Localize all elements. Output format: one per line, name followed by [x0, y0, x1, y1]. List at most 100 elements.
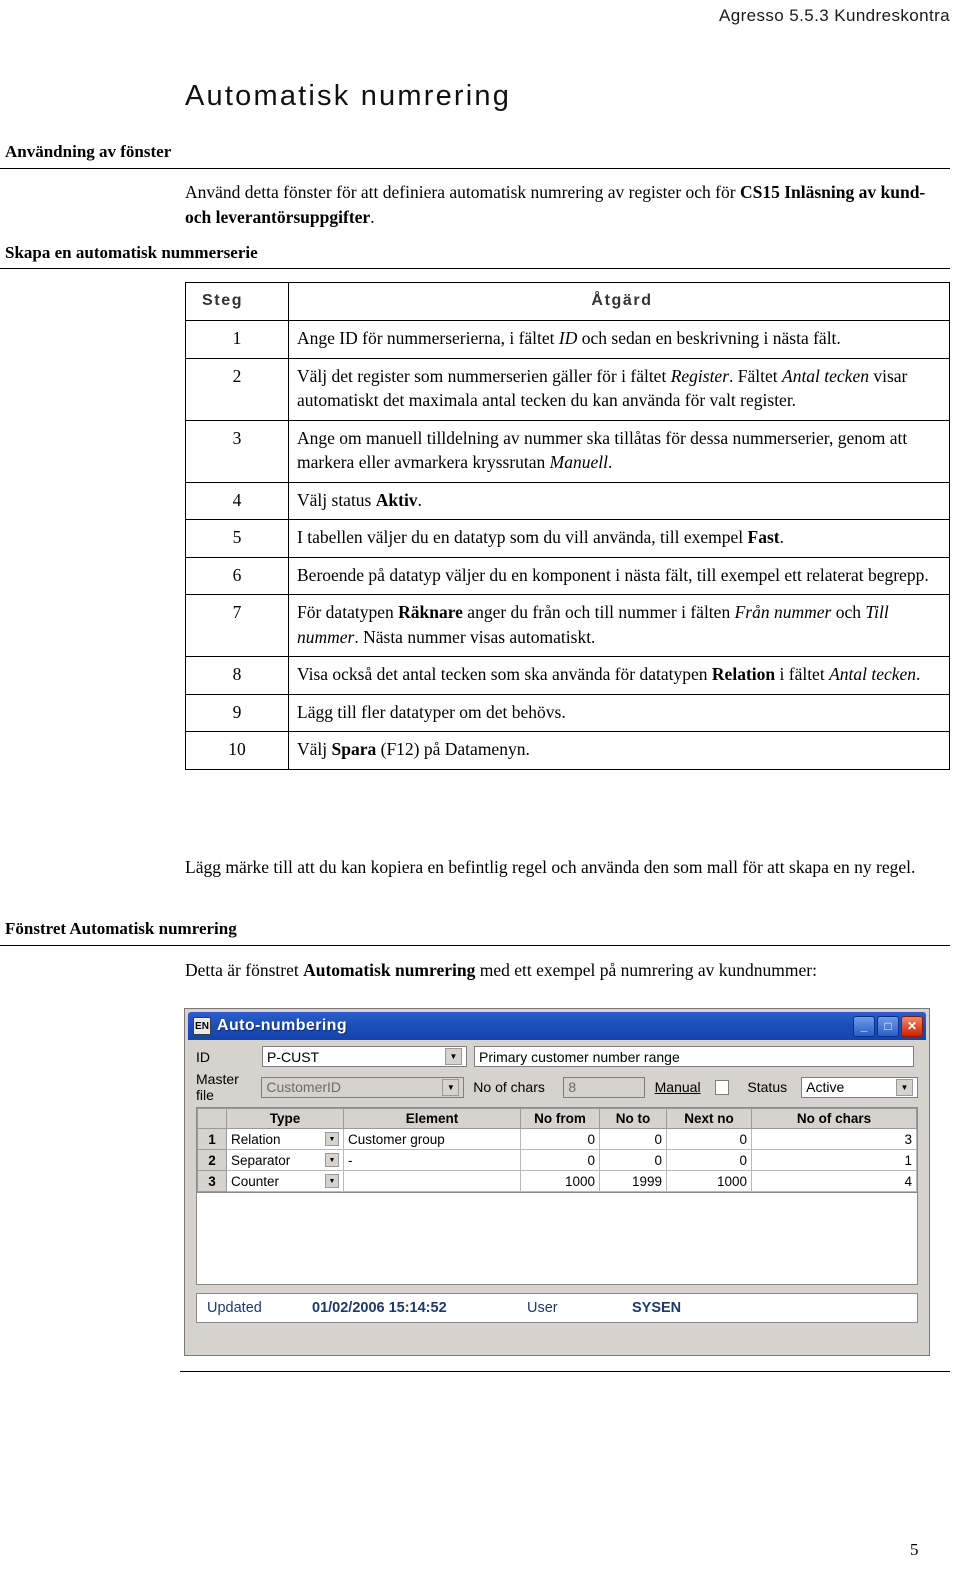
status-combo[interactable]: Active ▼ — [801, 1076, 918, 1098]
grid-cell-no-from[interactable]: 0 — [520, 1149, 600, 1171]
grid-cell-no-from[interactable]: 0 — [520, 1128, 600, 1150]
master-file-combo[interactable]: CustomerID ▼ — [261, 1076, 465, 1098]
step-action: Lägg till fler datatyper om det behövs. — [288, 693, 950, 733]
grid-cell-type-value: Relation — [231, 1131, 281, 1147]
window-paragraph: Detta är fönstret Automatisk numrering m… — [185, 958, 950, 983]
datatype-grid[interactable]: Type Element No from No to Next no No of char… — [196, 1107, 918, 1193]
table-row: 10 Välj Spara (F12) på Datamenyn. — [185, 731, 950, 770]
status-label: Status — [747, 1079, 788, 1095]
close-button[interactable]: ✕ — [901, 1015, 923, 1037]
grid-cell-element[interactable]: - — [343, 1149, 521, 1171]
master-file-row: Master file CustomerID ▼ No of chars 8 M… — [196, 1071, 918, 1103]
page-title: Automatisk numrering — [185, 80, 512, 112]
chevron-down-icon[interactable]: ▼ — [325, 1153, 339, 1167]
divider-bottom — [180, 1371, 950, 1372]
window-text-2: med ett exempel på numrering av kundnumm… — [475, 960, 817, 980]
grid-cell-no-of-chars[interactable]: 3 — [751, 1128, 917, 1150]
datatype-grid-header-row: Type Element No from No to Next no No of char… — [197, 1108, 917, 1129]
datatype-grid-head: Type Element No from No to Next no No of char… — [197, 1108, 917, 1129]
grid-row[interactable]: 3 Counter ▼ 1000 1999 1000 4 — [197, 1170, 917, 1192]
steps-table: Steg Åtgärd 1 Ange ID för nummerserierna,… — [185, 281, 950, 770]
table-row: 8 Visa också det antal tecken som ska anv… — [185, 656, 950, 695]
user-label: User — [527, 1300, 558, 1316]
grid-row[interactable]: 1 Relation ▼ Customer group 0 0 0 3 — [197, 1128, 917, 1150]
datatype-grid-body: 1 Relation ▼ Customer group 0 0 0 3 2 Separator ▼ -… — [197, 1128, 917, 1192]
divider-2 — [0, 268, 950, 269]
margin-heading-window: Fönstret Automatisk numrering — [5, 919, 237, 938]
grid-column-header: Next no — [666, 1108, 752, 1129]
grid-cell-no-of-chars[interactable]: 4 — [751, 1170, 917, 1192]
grid-cell-no-from[interactable]: 1000 — [520, 1170, 600, 1192]
table-row: 5I tabellen väljer du en datatyp som du … — [185, 519, 950, 558]
id-combo[interactable]: P-CUST ▼ — [262, 1046, 467, 1067]
minimize-button[interactable]: _ — [853, 1015, 875, 1037]
auto-numbering-window-screenshot: EN Auto-numbering _ □ ✕ ID P-CUST ▼ Prim… — [184, 1008, 930, 1356]
grid-column-header: No to — [599, 1108, 667, 1129]
master-file-label: Master file — [196, 1071, 239, 1103]
grid-cell-next-no[interactable]: 0 — [666, 1128, 752, 1150]
datatype-grid-table: Type Element No from No to Next no No of char… — [197, 1108, 917, 1192]
step-number: 7 — [185, 594, 289, 658]
step-number: 2 — [185, 357, 289, 421]
user-value: SYSEN — [632, 1300, 682, 1316]
grid-cell-element[interactable] — [343, 1170, 521, 1192]
grid-row-number: 3 — [197, 1170, 227, 1192]
step-number: 10 — [185, 731, 289, 770]
grid-cell-no-to[interactable]: 0 — [599, 1128, 667, 1150]
updated-value: 01/02/2006 15:14:52 — [312, 1300, 447, 1316]
window-title: Auto-numbering — [217, 1017, 348, 1034]
grid-cell-type[interactable]: Counter ▼ — [226, 1170, 344, 1192]
grid-cell-type-value: Counter — [231, 1173, 280, 1189]
step-number: 9 — [185, 693, 289, 733]
chevron-down-icon[interactable]: ▼ — [445, 1048, 462, 1065]
window-titlebar: EN Auto-numbering _ □ ✕ — [188, 1012, 926, 1040]
grid-cell-type[interactable]: Relation ▼ — [226, 1128, 344, 1150]
grid-cell-type[interactable]: Separator ▼ — [226, 1149, 344, 1171]
id-label: ID — [196, 1048, 210, 1065]
chevron-down-icon[interactable]: ▼ — [325, 1132, 339, 1146]
no-of-chars-field[interactable]: 8 — [563, 1076, 645, 1098]
grid-cell-no-to[interactable]: 1999 — [599, 1170, 667, 1192]
step-number: 8 — [185, 656, 289, 695]
no-of-chars-value: 8 — [568, 1079, 577, 1095]
steps-table-header-row: Steg Åtgärd — [185, 281, 950, 322]
id-value: P-CUST — [267, 1048, 320, 1065]
window-text-1: Detta är fönstret — [185, 960, 304, 980]
window-body: ID P-CUST ▼ Primary customer number rang… — [188, 1040, 926, 1352]
manual-label: Manual — [654, 1079, 701, 1095]
step-action: Ange ID för nummerserierna, i fältet ID … — [288, 320, 950, 359]
updated-label: Updated — [207, 1300, 262, 1316]
table-row: 3 Ange om manuell tilldelning av nummer s… — [185, 419, 950, 483]
manual-checkbox[interactable] — [714, 1079, 730, 1095]
divider-1 — [0, 168, 950, 169]
grid-cell-next-no[interactable]: 1000 — [666, 1170, 752, 1192]
step-action: Visa också det antal tecken som ska anvä… — [288, 656, 950, 695]
table-row: 6 Beroende på datatyp väljer du en kompon… — [185, 556, 950, 596]
step-action: Välj det register som nummerserien gälle… — [288, 357, 950, 421]
step-action: Välj Spara (F12) på Datamenyn. — [288, 731, 950, 770]
description-value: Primary customer number range — [479, 1048, 680, 1065]
document-header: Agresso 5.5.3 Kundreskontra — [719, 6, 950, 25]
maximize-button[interactable]: □ — [877, 1015, 899, 1037]
chevron-down-icon[interactable]: ▼ — [325, 1174, 339, 1188]
grid-column-header: No from — [520, 1108, 600, 1129]
grid-cell-element[interactable]: Customer group — [343, 1128, 521, 1150]
intro-text-1: Använd detta fönster för att definiera a… — [185, 182, 740, 202]
chevron-down-icon[interactable]: ▼ — [895, 1078, 913, 1096]
grid-cell-no-of-chars[interactable]: 1 — [751, 1149, 917, 1171]
grid-row[interactable]: 2 Separator ▼ -0 0 0 1 — [197, 1149, 917, 1171]
table-row: 7 För datatypen Räknare anger du från och… — [185, 594, 950, 658]
grid-column-header: Type — [226, 1108, 344, 1129]
steps-table-head: Steg Åtgärd — [185, 281, 950, 322]
chevron-down-icon[interactable]: ▼ — [442, 1078, 460, 1096]
margin-heading-create-series: Skapa en automatisk nummerserie — [5, 243, 258, 262]
description-field[interactable]: Primary customer number range — [474, 1046, 914, 1067]
grid-cell-no-to[interactable]: 0 — [599, 1149, 667, 1171]
master-file-value: CustomerID — [266, 1079, 342, 1095]
column-header-step: Steg — [185, 281, 289, 322]
grid-cell-next-no[interactable]: 0 — [666, 1149, 752, 1171]
column-header-action: Åtgärd — [288, 281, 950, 322]
table-row: 1 Ange ID för nummerserierna, i fältet ID… — [185, 320, 950, 359]
intro-paragraph: Använd detta fönster för att definiera a… — [185, 180, 950, 230]
step-action: Ange om manuell tilldelning av nummer sk… — [288, 419, 950, 483]
